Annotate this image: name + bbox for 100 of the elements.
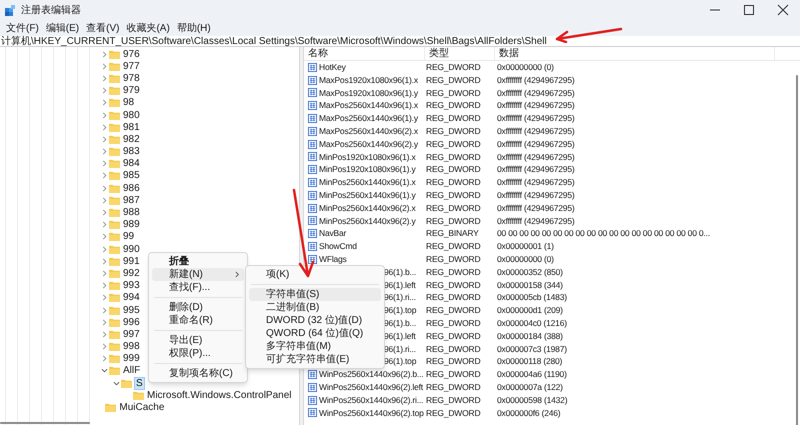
tree-item[interactable]: Microsoft.Windows.ControlPanel [146,390,292,401]
expand-chevron-icon[interactable] [100,172,108,180]
expand-chevron-icon[interactable] [100,98,108,107]
tree-item[interactable]: 986 [122,182,141,194]
tree-item[interactable]: 993 [122,280,141,292]
menu-item[interactable]: DWORD (32 位)值(D) [249,314,381,327]
value-name[interactable]: WFlags [319,252,347,266]
value-name[interactable]: WinPos2560x1440x96(2).left [319,380,423,394]
expand-chevron-icon[interactable] [100,220,108,229]
expand-chevron-icon[interactable] [100,62,108,70]
expand-chevron-icon[interactable] [100,245,108,254]
menu-item[interactable]: 重命名(R) [152,314,244,327]
menu-item[interactable]: 二进制值(B) [249,301,381,314]
tree-item[interactable]: 979 [122,85,141,96]
value-name[interactable]: MaxPos2560x1440x96(1).y [319,112,418,125]
expand-chevron-icon[interactable] [100,330,108,338]
expand-chevron-icon[interactable] [100,184,108,192]
value-name[interactable]: 96(1).b... [384,316,416,330]
expand-chevron-icon[interactable] [100,294,108,302]
column-header[interactable]: 数据 [495,47,775,60]
tree-item[interactable]: 987 [122,194,141,206]
tree-item[interactable]: 990 [122,244,141,255]
tree-item[interactable]: 994 [122,292,141,304]
expand-chevron-icon[interactable] [100,306,108,314]
expand-chevron-icon[interactable] [100,135,108,144]
menu-item[interactable]: 折叠 [152,255,244,268]
tree-item[interactable]: 978 [122,72,141,84]
value-name[interactable]: 96(1).left [384,278,416,292]
expand-chevron-icon[interactable] [100,282,108,290]
value-name[interactable]: WinPos2560x1440x96(2).top [319,406,424,420]
menu-item[interactable]: 复制项名称(C) [152,367,244,380]
value-name[interactable]: 96(1).left [384,330,416,342]
expand-chevron-icon[interactable] [100,269,108,278]
value-name[interactable]: NavBar [319,227,346,240]
value-name[interactable]: MinPos2560x1440x96(2).y [319,214,416,228]
value-name[interactable]: MinPos2560x1440x96(1).y [319,188,416,202]
tree-item[interactable]: 980 [122,110,141,121]
expand-chevron-icon[interactable] [100,160,108,168]
value-name[interactable]: MinPos2560x1440x96(1).x [319,176,416,189]
tree-item[interactable]: 99 [122,231,136,242]
tree-item[interactable]: 988 [122,207,141,218]
menu-item[interactable]: 权限(P)... [152,347,244,360]
menu-item[interactable]: 字符串值(S) [249,288,381,301]
tree-item[interactable]: AllF [122,365,142,376]
tree-item[interactable]: 997 [122,328,141,340]
collapse-chevron-icon[interactable] [100,366,108,375]
tree-item[interactable]: 976 [122,48,141,60]
value-name[interactable]: MaxPos1920x1080x96(1).y [319,86,418,100]
expand-chevron-icon[interactable] [100,148,108,156]
menu-item[interactable]: 帮助(H) [174,20,214,36]
value-name[interactable]: ShowCmd [319,240,357,253]
column-header[interactable]: 名称 [304,47,425,60]
value-name[interactable]: MinPos2560x1440x96(2).x [319,202,416,215]
tree-item[interactable]: 996 [122,316,141,328]
value-name[interactable]: HotKey [319,61,346,74]
scrollbar[interactable] [0,422,90,424]
expand-chevron-icon[interactable] [100,111,108,120]
value-name[interactable]: MaxPos1920x1080x96(1).x [319,74,418,87]
expand-chevron-icon[interactable] [100,123,108,132]
menu-item[interactable]: QWORD (64 位)值(Q) [249,327,381,340]
value-name[interactable]: MaxPos2560x1440x96(2).y [319,138,418,151]
tree-item[interactable]: 983 [122,146,141,158]
tree-item[interactable]: 98 [122,97,136,108]
expand-chevron-icon[interactable] [100,232,108,241]
value-name[interactable]: 96(1).b... [384,266,416,279]
menu-item[interactable]: 查找(F)... [152,281,244,294]
expand-chevron-icon[interactable] [100,196,108,204]
expand-chevron-icon[interactable] [100,86,108,95]
expand-chevron-icon[interactable] [100,318,108,326]
tree-item[interactable]: 991 [122,256,141,267]
tree-item[interactable]: 995 [122,304,141,316]
value-name[interactable]: 96(1).top [384,304,416,317]
expand-chevron-icon[interactable] [100,342,108,351]
value-name[interactable]: 96(1).ri... [384,342,416,356]
tree-item[interactable]: MuiCache [118,402,166,414]
menu-item[interactable]: 新建(N) [152,268,244,281]
value-name[interactable]: MinPos1920x1080x96(1).y [319,163,416,176]
expand-chevron-icon[interactable] [100,50,108,58]
tree-item[interactable]: 999 [122,353,141,364]
menu-item[interactable]: 删除(D) [152,301,244,314]
tree-item[interactable]: 998 [122,341,141,352]
expand-chevron-icon[interactable] [100,257,108,266]
value-name[interactable]: 96(1).top [384,355,416,368]
tree-item[interactable]: 984 [122,158,141,170]
value-name[interactable]: WinPos2560x1440x96(2).ri... [319,394,424,406]
collapse-chevron-icon[interactable] [112,379,120,388]
menu-item[interactable]: 项(K) [249,268,381,281]
expand-chevron-icon[interactable] [100,74,108,82]
value-name[interactable]: MaxPos2560x1440x96(1).x [319,99,418,112]
menu-item[interactable]: 文件(F) [3,20,42,36]
menu-item[interactable]: 可扩充字符串值(E) [249,353,381,366]
column-header[interactable]: 类型 [425,47,495,60]
menu-item[interactable]: 收藏夹(A) [123,20,173,36]
tree-item[interactable]: 985 [122,170,141,182]
tree-item[interactable]: 982 [122,134,141,145]
expand-chevron-icon[interactable] [100,354,108,363]
value-name[interactable]: 96(1).ri... [384,291,416,304]
menu-item[interactable]: 编辑(E) [42,20,82,36]
menu-item[interactable]: 多字符串值(M) [249,340,381,353]
tree-item[interactable]: S [134,376,145,390]
